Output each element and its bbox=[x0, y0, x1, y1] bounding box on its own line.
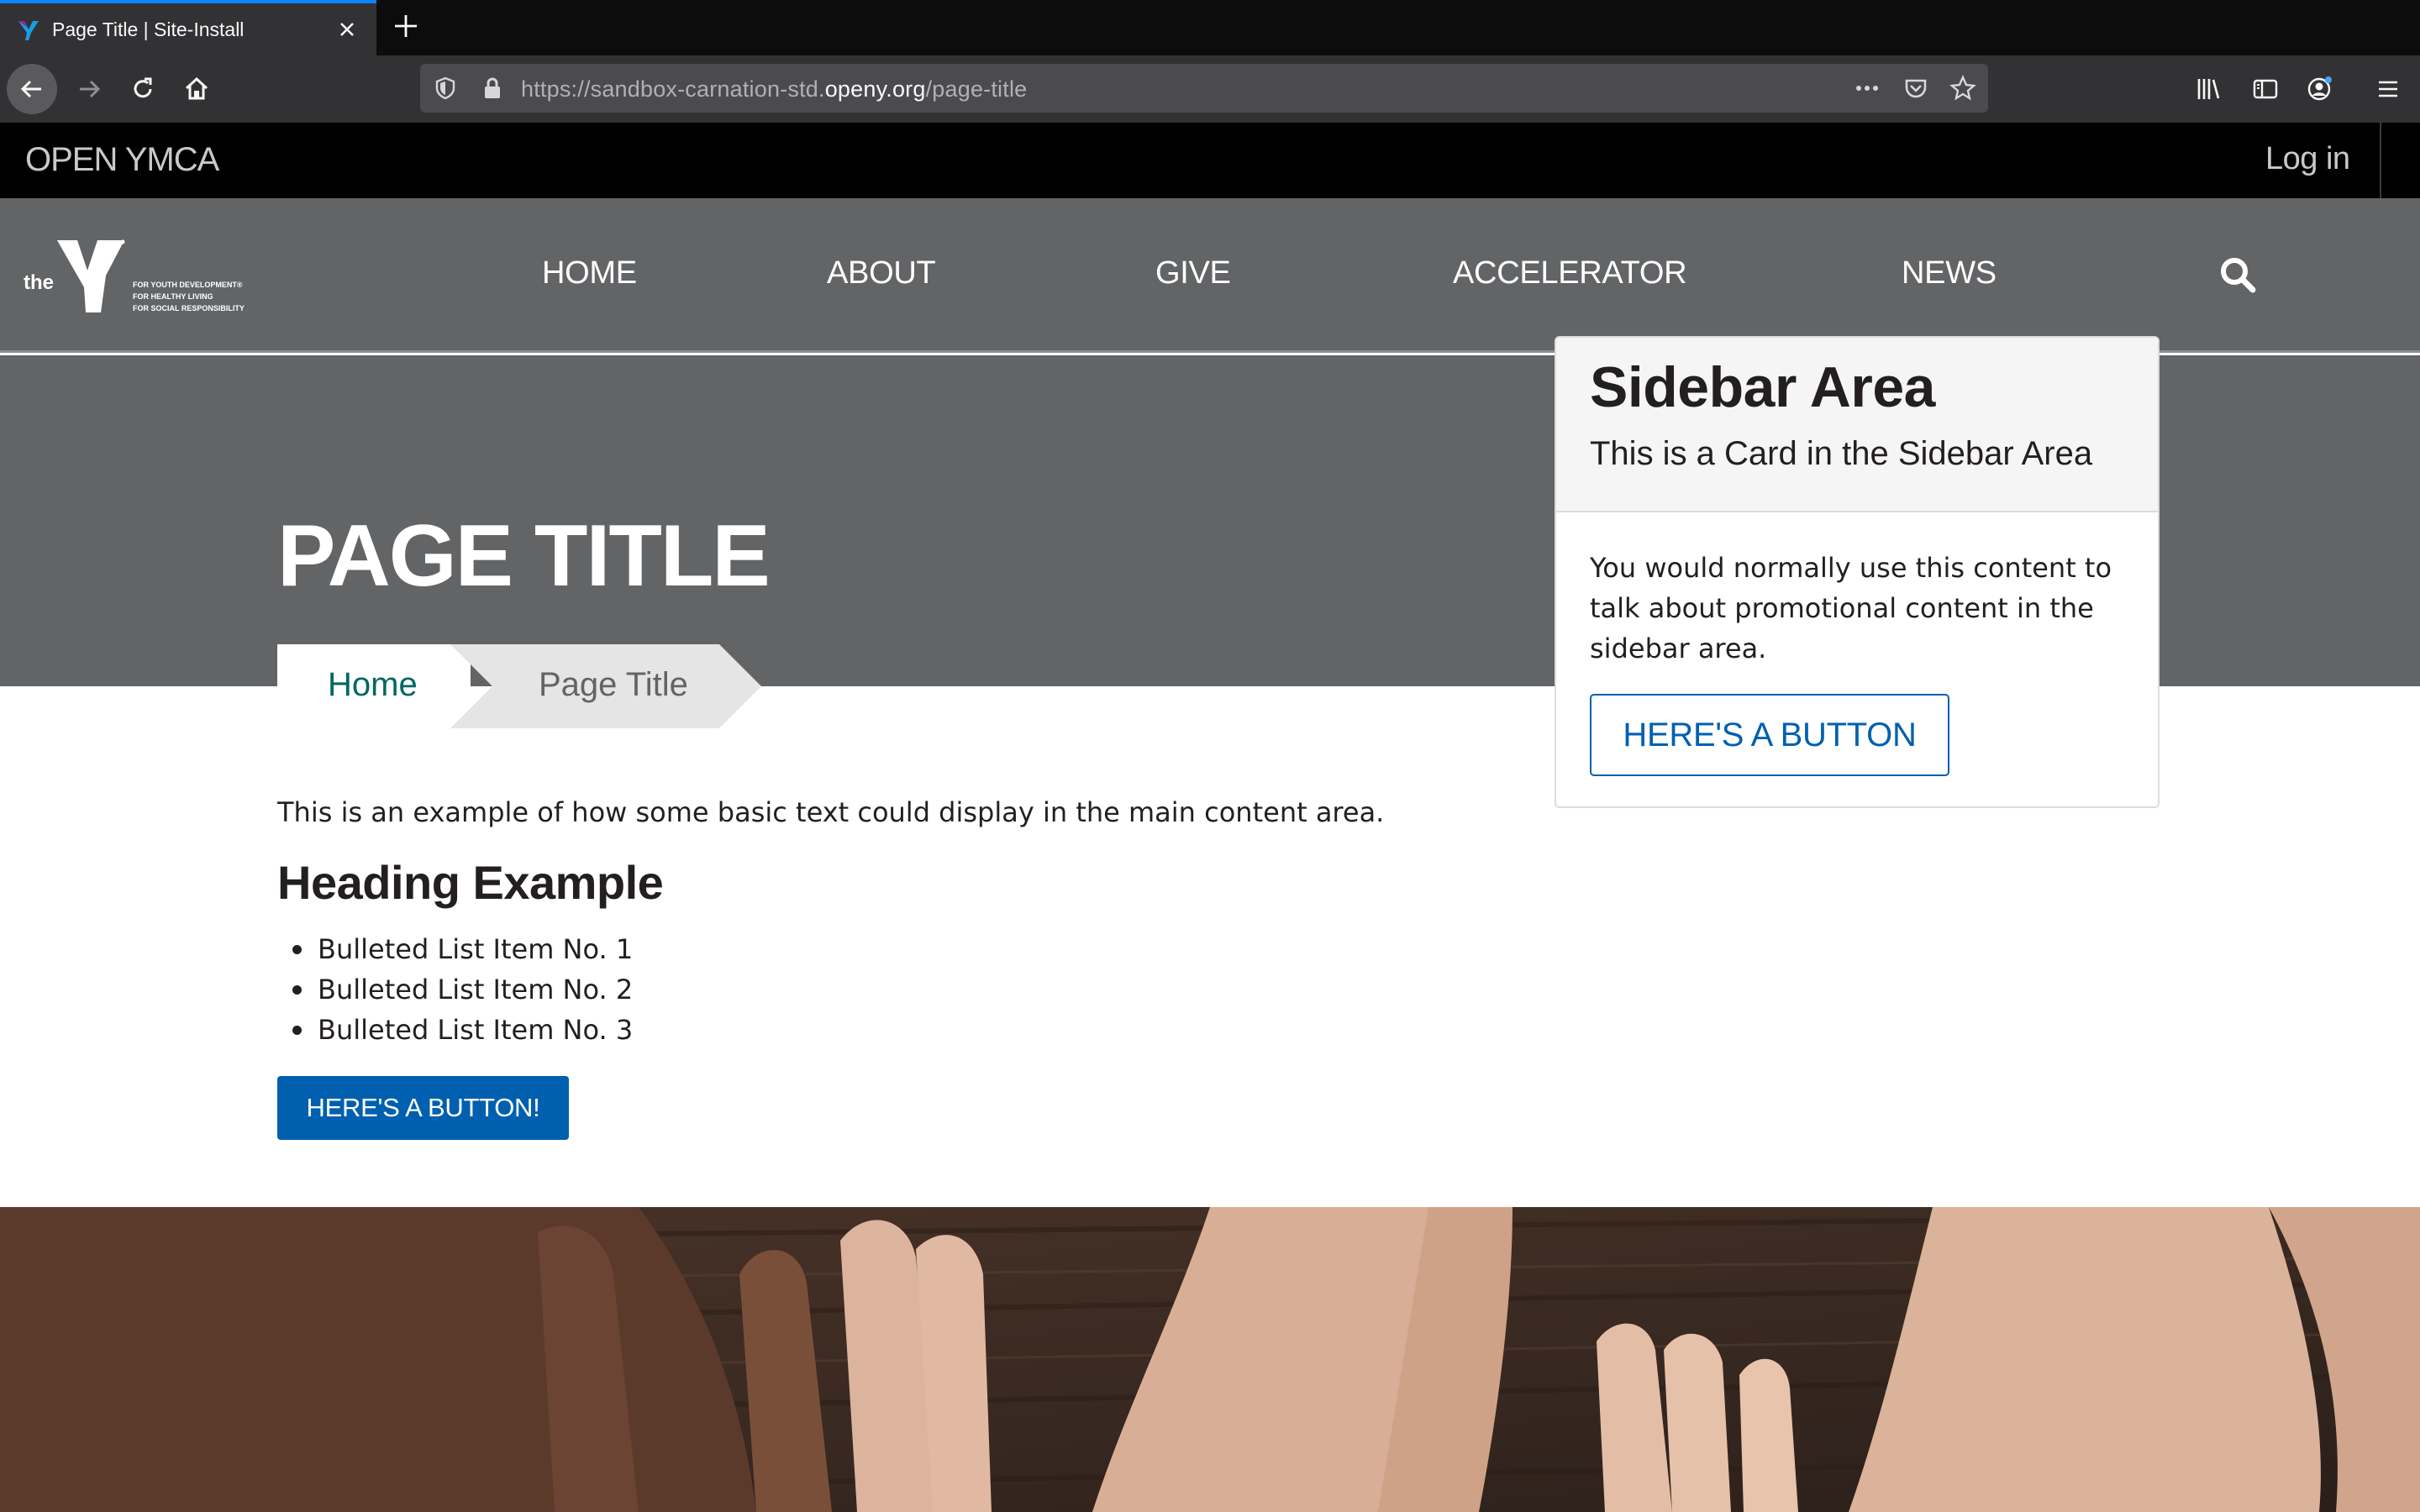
url-bar[interactable]: https://sandbox-carnation-std.openy.org/… bbox=[420, 64, 1988, 113]
back-button[interactable] bbox=[7, 64, 57, 114]
ymca-y-icon bbox=[57, 240, 124, 312]
site-brand-link[interactable]: OPEN YMCA bbox=[25, 141, 219, 179]
primary-cta-button[interactable]: HERE'S A BUTTON! bbox=[277, 1076, 569, 1140]
nav-item-about[interactable]: ABOUT bbox=[827, 255, 936, 291]
reload-button[interactable] bbox=[118, 64, 168, 114]
list-item-label: Bulleted List Item No. 3 bbox=[318, 1014, 634, 1046]
ymca-logo[interactable]: the FOR YOUTH DEVELOPMENT® FOR HEALTHY L… bbox=[24, 237, 250, 321]
list-item: Bulleted List Item No. 2 bbox=[277, 969, 633, 1010]
back-arrow-icon bbox=[20, 80, 41, 98]
pocket-icon[interactable] bbox=[1902, 75, 1929, 102]
bullet-icon bbox=[292, 985, 302, 995]
bullet-icon bbox=[292, 1026, 302, 1035]
breadcrumb-home-link[interactable]: Home bbox=[328, 666, 418, 704]
url-host: openy.org bbox=[824, 76, 926, 102]
url-prefix: https://sandbox-carnation-std. bbox=[521, 76, 825, 102]
bulleted-list: Bulleted List Item No. 1 Bulleted List I… bbox=[277, 929, 633, 1050]
logo-tagline-3: FOR SOCIAL RESPONSIBILITY bbox=[133, 304, 245, 312]
bullet-icon bbox=[292, 945, 302, 954]
list-item-label: Bulleted List Item No. 2 bbox=[318, 974, 634, 1005]
page-title: PAGE TITLE bbox=[277, 507, 771, 605]
hands-illustration bbox=[0, 1207, 2420, 1512]
nav-item-home[interactable]: HOME bbox=[542, 255, 637, 291]
more-actions-icon[interactable] bbox=[1854, 75, 1881, 102]
nav-item-accelerator[interactable]: ACCELERATOR bbox=[1453, 255, 1687, 291]
sidebar-button[interactable]: HERE'S A BUTTON bbox=[1590, 694, 1949, 776]
breadcrumb-current-label: Page Title bbox=[539, 666, 688, 703]
intro-paragraph: This is an example of how some basic tex… bbox=[277, 796, 1385, 828]
search-icon[interactable] bbox=[2218, 255, 2257, 294]
site-top-bar: OPEN YMCA Log in bbox=[0, 123, 2420, 198]
heading-example: Heading Example bbox=[277, 856, 664, 909]
browser-tab-active[interactable]: Page Title | Site-Install bbox=[0, 0, 376, 55]
sidebar-title: Sidebar Area bbox=[1590, 355, 1936, 419]
reload-icon bbox=[134, 77, 152, 98]
list-item: Bulleted List Item No. 1 bbox=[277, 929, 633, 969]
breadcrumb-current: Page Title bbox=[450, 644, 761, 728]
sidebar-toggle-icon[interactable] bbox=[2252, 76, 2279, 102]
main-navigation: the FOR YOUTH DEVELOPMENT® FOR HEALTHY L… bbox=[0, 198, 2420, 353]
browser-tab-strip: Page Title | Site-Install bbox=[0, 0, 2420, 55]
sidebar-body-text: You would normally use this content to t… bbox=[1590, 552, 2112, 664]
logo-the-text: the bbox=[24, 271, 54, 294]
home-icon bbox=[185, 76, 208, 100]
list-item-label: Bulleted List Item No. 1 bbox=[318, 933, 634, 965]
bookmark-star-icon[interactable] bbox=[1949, 75, 1976, 102]
nav-item-news[interactable]: NEWS bbox=[1902, 255, 1996, 291]
account-icon[interactable] bbox=[2306, 76, 2333, 102]
breadcrumb-home[interactable]: Home bbox=[277, 644, 471, 728]
list-item: Bulleted List Item No. 3 bbox=[277, 1010, 633, 1050]
tab-close-icon[interactable] bbox=[334, 17, 360, 42]
sidebar-subtitle: This is a Card in the Sidebar Area bbox=[1590, 435, 2093, 472]
menu-hamburger-icon[interactable] bbox=[2375, 76, 2402, 102]
hands-on-table-image bbox=[0, 1207, 2420, 1512]
logo-tagline-1: FOR YOUTH DEVELOPMENT® bbox=[133, 281, 243, 289]
ymca-favicon-icon bbox=[18, 21, 39, 40]
lock-icon[interactable] bbox=[479, 75, 506, 102]
new-tab-icon[interactable] bbox=[392, 12, 420, 40]
forward-button[interactable] bbox=[64, 64, 114, 114]
divider bbox=[2380, 123, 2381, 198]
forward-arrow-icon bbox=[80, 80, 101, 98]
url-path: /page-title bbox=[925, 76, 1028, 102]
nav-item-give[interactable]: GIVE bbox=[1155, 255, 1231, 291]
sidebar-card: Sidebar Area This is a Card in the Sideb… bbox=[1555, 336, 2160, 808]
logo-tagline-2: FOR HEALTHY LIVING bbox=[133, 292, 213, 301]
url-text[interactable]: https://sandbox-carnation-std.openy.org/… bbox=[521, 76, 1027, 102]
library-icon[interactable] bbox=[2195, 76, 2222, 102]
tab-title: Page Title | Site-Install bbox=[52, 18, 245, 40]
browser-toolbar: https://sandbox-carnation-std.openy.org/… bbox=[0, 55, 2420, 123]
home-button[interactable] bbox=[171, 64, 222, 114]
sidebar-card-header: Sidebar Area This is a Card in the Sideb… bbox=[1556, 338, 2158, 512]
login-link[interactable]: Log in bbox=[2265, 141, 2350, 177]
shield-icon[interactable] bbox=[432, 75, 459, 102]
